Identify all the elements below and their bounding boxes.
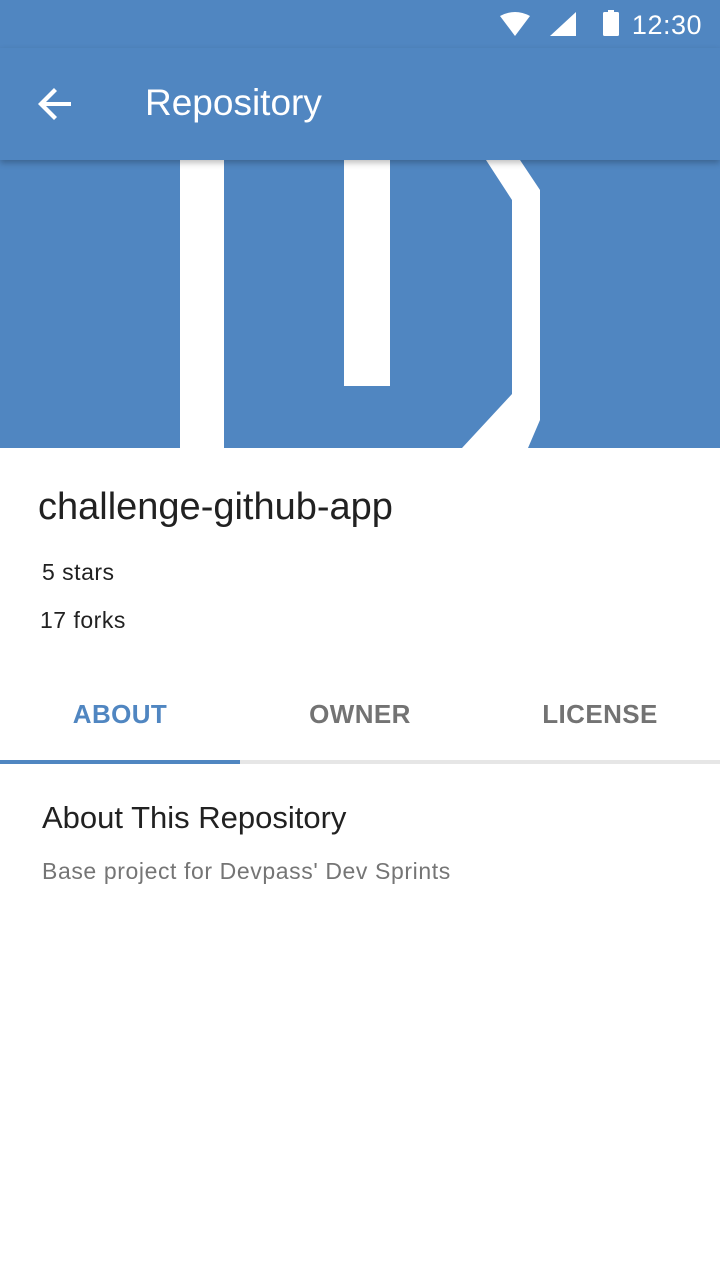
repository-name: challenge-github-app <box>38 486 393 528</box>
page-title: Repository <box>145 82 322 123</box>
stars-count: 5 stars <box>42 559 115 585</box>
tab-bar: ABOUT OWNER LICENSE <box>0 666 720 762</box>
repository-logo-graphic <box>0 160 720 448</box>
status-clock: 12:30 <box>631 10 702 40</box>
about-section-title: About This Repository <box>42 800 347 835</box>
about-description: Base project for Devpass' Dev Sprints <box>42 858 451 884</box>
forks-count: 17 forks <box>40 607 126 633</box>
tab-owner[interactable]: OWNER <box>240 666 480 762</box>
cell-signal-icon <box>550 12 576 36</box>
active-tab-indicator <box>0 760 240 764</box>
back-button[interactable] <box>20 68 92 140</box>
repository-screen: 12:30 Repository challenge-github-app 5 … <box>0 0 720 1280</box>
status-bar: 12:30 <box>0 0 720 48</box>
battery-icon <box>603 10 619 36</box>
wifi-icon <box>500 12 530 36</box>
arrow-left-icon <box>38 88 71 120</box>
repository-banner-image <box>0 160 720 448</box>
tab-about[interactable]: ABOUT <box>0 666 240 762</box>
tab-license[interactable]: LICENSE <box>480 666 720 762</box>
app-toolbar: Repository <box>0 48 720 160</box>
